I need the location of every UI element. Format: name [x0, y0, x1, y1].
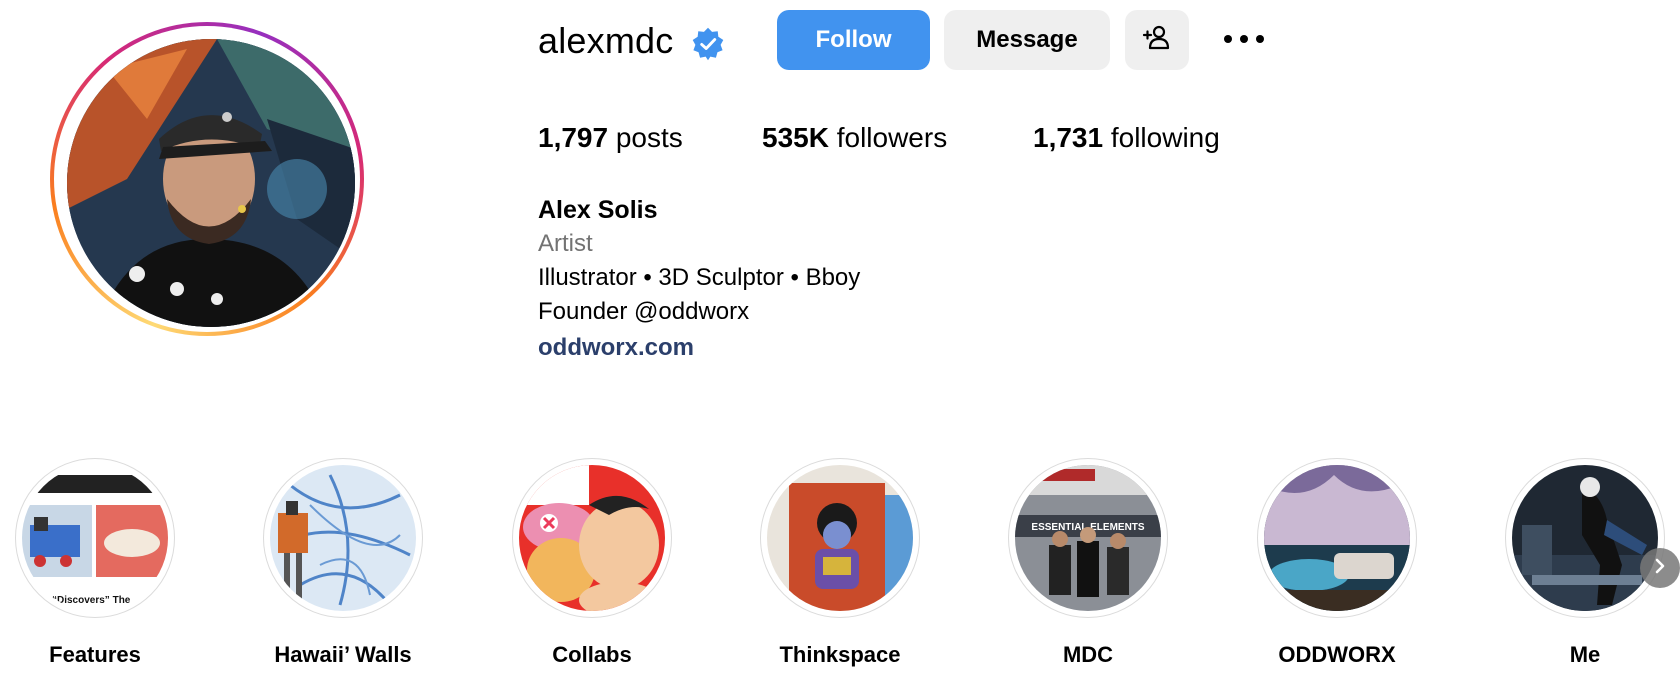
features-caption: “Discovers” The — [52, 595, 131, 606]
highlight-label: Me — [1569, 642, 1601, 667]
highlight-ring — [1505, 458, 1665, 618]
highlight-label: Features — [49, 642, 141, 667]
posts-label: posts — [615, 122, 683, 153]
posts-stat: 1,797 posts — [538, 122, 683, 154]
profile-avatar-ring[interactable] — [50, 22, 364, 336]
highlight-me[interactable]: Me — [1505, 458, 1665, 667]
highlight-mdc[interactable]: ESSENTIAL ELEMENTS MDC — [1008, 458, 1168, 667]
highlight-thumbnail — [1512, 465, 1658, 611]
suggest-user-button[interactable] — [1125, 10, 1189, 70]
highlight-features[interactable]: “Discovers” The Features — [15, 458, 175, 667]
bio-website-link[interactable]: oddworx.com — [538, 334, 694, 362]
verified-badge-icon — [690, 26, 726, 62]
highlight-thumbnail — [1264, 465, 1410, 611]
highlight-label: Thinkspace — [779, 642, 901, 667]
add-user-icon — [1142, 22, 1172, 59]
profile-full-name: Alex Solis — [538, 196, 658, 224]
highlight-thumbnail — [767, 465, 913, 611]
highlight-label: MDC — [1062, 642, 1114, 667]
highlight-thumbnail: ESSENTIAL ELEMENTS — [1015, 465, 1161, 611]
highlight-ring — [263, 458, 423, 618]
more-options-icon — [1223, 31, 1265, 49]
highlight-ring: ESSENTIAL ELEMENTS — [1008, 458, 1168, 618]
highlight-label: Hawaii’ Walls — [274, 642, 412, 667]
profile-category: Artist — [538, 230, 593, 257]
followers-label: followers — [836, 122, 948, 153]
bio-line-1: Illustrator • 3D Sculptor • Bboy — [538, 264, 861, 291]
more-options-button[interactable] — [1216, 14, 1272, 66]
following-label: following — [1110, 122, 1220, 153]
bio-line-2: Founder @oddworx — [538, 298, 750, 325]
avatar-gap — [54, 26, 360, 332]
highlights-next-button[interactable] — [1640, 548, 1680, 588]
highlight-ring — [512, 458, 672, 618]
highlight-ring — [760, 458, 920, 618]
following-count: 1,731 — [1033, 122, 1104, 153]
follow-button[interactable]: Follow — [777, 10, 930, 70]
highlight-thumbnail — [270, 465, 416, 611]
highlight-label: ODDWORX — [1278, 642, 1396, 667]
highlight-thumbnail: “Discovers” The — [22, 465, 168, 611]
highlight-ring: “Discovers” The — [15, 458, 175, 618]
highlight-oddworx[interactable]: ODDWORX — [1257, 458, 1417, 667]
message-button[interactable]: Message — [944, 10, 1110, 70]
avatar[interactable] — [67, 39, 355, 327]
chevron-right-icon — [1651, 557, 1669, 580]
followers-stat[interactable]: 535K followers — [762, 122, 947, 154]
following-stat[interactable]: 1,731 following — [1033, 122, 1220, 154]
highlight-thumbnail — [519, 465, 665, 611]
highlight-thinkspace[interactable]: Thinkspace — [760, 458, 920, 667]
highlight-ring — [1257, 458, 1417, 618]
highlight-label: Collabs — [552, 642, 632, 667]
posts-count: 1,797 — [538, 122, 609, 153]
followers-count: 535K — [762, 122, 829, 153]
avatar-photo — [67, 39, 355, 327]
highlight-hawaii-walls[interactable]: Hawaii’ Walls — [263, 458, 423, 667]
profile-username: alexmdc — [538, 20, 674, 61]
highlight-collabs[interactable]: Collabs — [512, 458, 672, 667]
